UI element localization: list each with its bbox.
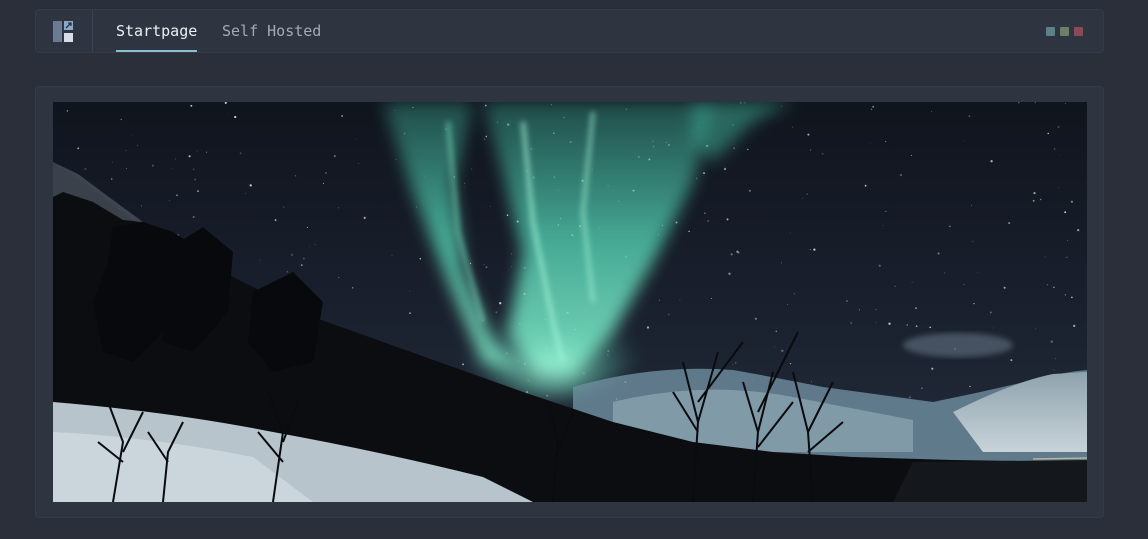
hero-card [35,86,1104,518]
window-dot-icon[interactable] [1060,27,1069,36]
active-tab-indicator [116,50,197,52]
logo[interactable] [36,10,93,52]
window-dot-icon[interactable] [1046,27,1055,36]
aurora-landscape-image [53,102,1087,502]
tab-self-hosted[interactable]: Self Hosted [222,22,321,40]
layout-grid-icon [53,21,73,42]
window-dot-icon[interactable] [1074,27,1083,36]
top-bar: Startpage Self Hosted [35,9,1104,53]
tab-startpage[interactable]: Startpage [116,22,197,40]
